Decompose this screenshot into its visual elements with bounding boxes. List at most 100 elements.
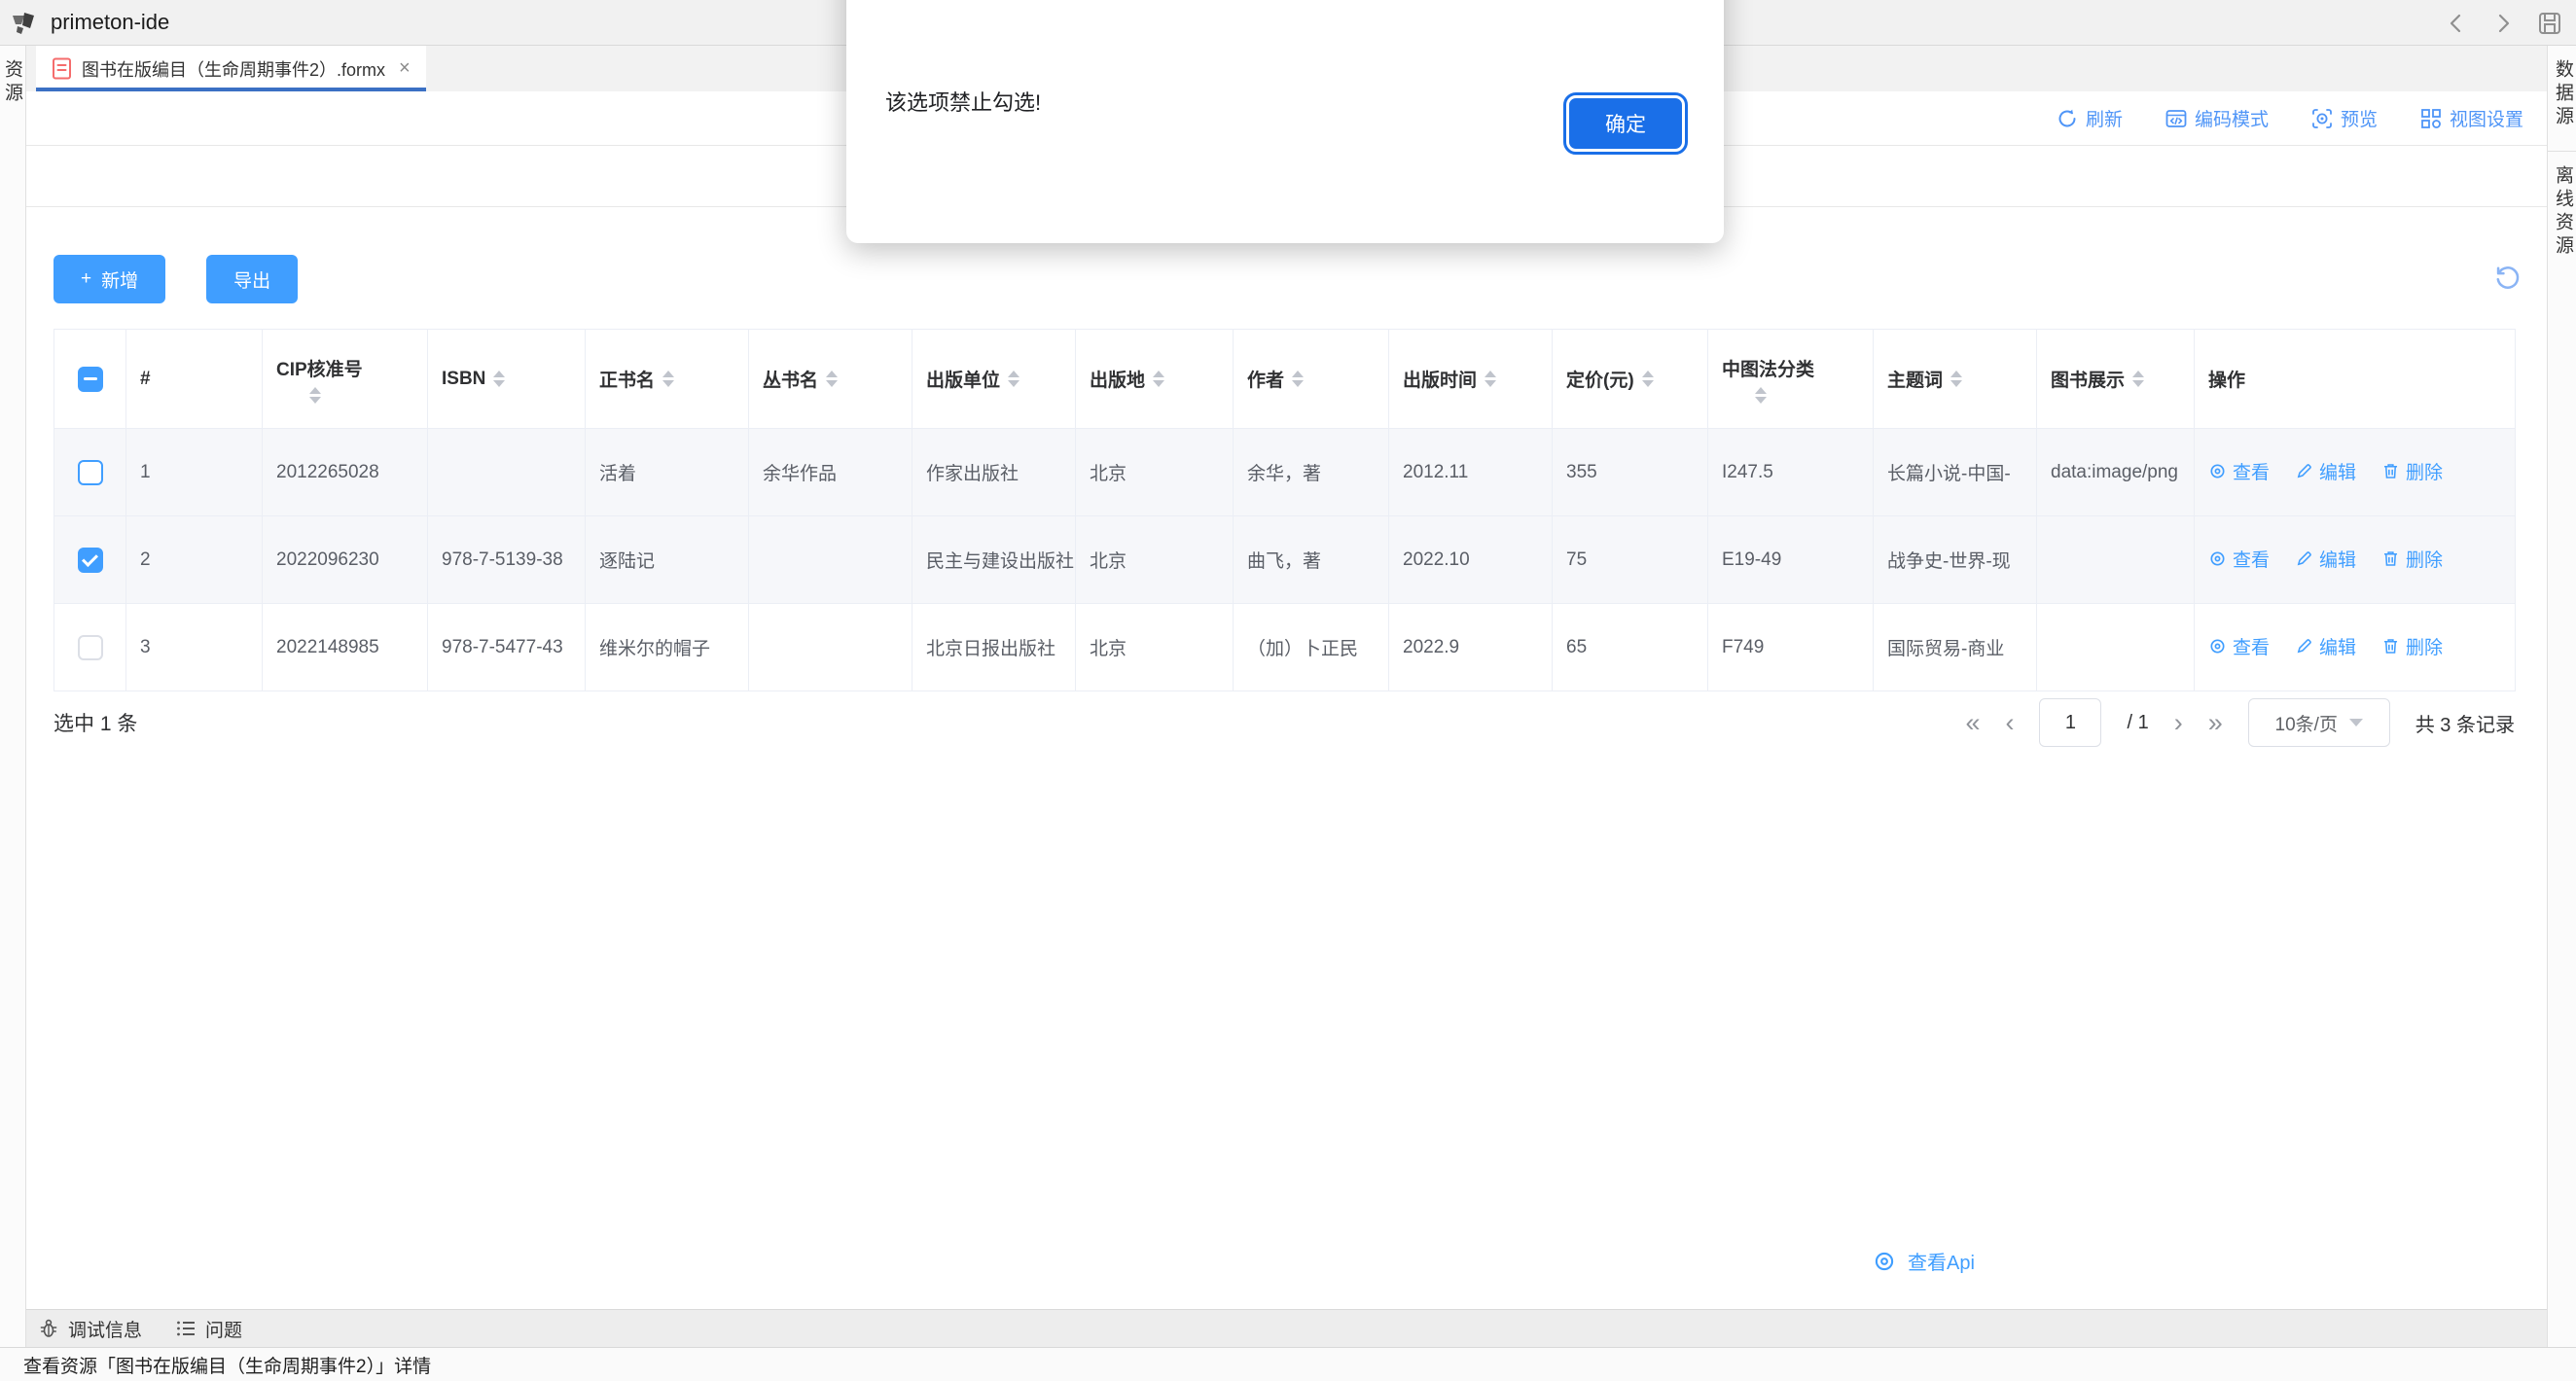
debug-info-button[interactable]: 调试信息 bbox=[38, 1316, 142, 1342]
column-label: 丛书名 bbox=[763, 366, 818, 392]
view-button[interactable]: 查看 bbox=[2208, 546, 2270, 572]
view-button[interactable]: 查看 bbox=[2208, 633, 2270, 659]
chevron-right-icon[interactable] bbox=[2490, 11, 2516, 36]
eye-icon bbox=[1873, 1250, 1896, 1273]
sort-carets-icon[interactable] bbox=[1292, 371, 1304, 387]
row-checkbox[interactable] bbox=[78, 635, 103, 660]
rail-item-offline-resources[interactable]: 离线资源 bbox=[2548, 165, 2576, 259]
cell-display: data:image/png bbox=[2037, 429, 2195, 516]
alert-dialog: 该选项禁止勾选! 确定 bbox=[846, 0, 1724, 243]
select-all-checkbox[interactable] bbox=[78, 367, 103, 392]
pagination: « ‹ / 1 › » 10条/页 共 3 条记录 bbox=[1965, 698, 2515, 747]
cell-place: 北京 bbox=[1076, 604, 1234, 691]
add-label: 新增 bbox=[101, 266, 138, 293]
col-header-pub_date[interactable]: 出版时间 bbox=[1389, 330, 1553, 429]
total-records: 共 3 条记录 bbox=[2415, 709, 2515, 737]
col-header-publisher[interactable]: 出版单位 bbox=[912, 330, 1076, 429]
sort-carets-icon[interactable] bbox=[309, 387, 321, 404]
view-api-link[interactable]: 查看Api bbox=[1873, 1247, 1975, 1275]
col-header-subject[interactable]: 主题词 bbox=[1874, 330, 2037, 429]
export-button[interactable]: 导出 bbox=[206, 255, 298, 303]
chevron-left-icon[interactable] bbox=[2444, 11, 2469, 36]
col-header-author[interactable]: 作者 bbox=[1234, 330, 1389, 429]
col-header-display[interactable]: 图书展示 bbox=[2037, 330, 2195, 429]
rail-item-datasource[interactable]: 数据源 bbox=[2548, 59, 2576, 129]
sort-carets-icon[interactable] bbox=[493, 371, 505, 387]
row-select-cell bbox=[54, 604, 126, 691]
page-size-select[interactable]: 10条/页 bbox=[2248, 698, 2390, 747]
sort-carets-icon[interactable] bbox=[826, 371, 838, 387]
col-header-price[interactable]: 定价(元) bbox=[1553, 330, 1708, 429]
col-header-actions: 操作 bbox=[2195, 330, 2516, 429]
books-table: #CIP核准号ISBN正书名丛书名出版单位出版地作者出版时间定价(元)中图法分类… bbox=[54, 329, 2516, 691]
code-mode-button[interactable]: 编码模式 bbox=[2165, 105, 2269, 131]
prev-page-button[interactable]: ‹ bbox=[2005, 710, 2014, 736]
cell-display bbox=[2037, 604, 2195, 691]
cell-clc: E19-49 bbox=[1708, 516, 1874, 604]
refresh-button[interactable]: 刷新 bbox=[2057, 105, 2123, 131]
preview-eye-icon bbox=[2311, 108, 2333, 129]
last-page-button[interactable]: » bbox=[2208, 710, 2223, 736]
cell-series: 余华作品 bbox=[749, 429, 912, 516]
sort-carets-icon[interactable] bbox=[662, 371, 674, 387]
view-button[interactable]: 查看 bbox=[2208, 458, 2270, 484]
rail-divider bbox=[2548, 151, 2576, 152]
cell-author: 余华，著 bbox=[1234, 429, 1389, 516]
col-header-place[interactable]: 出版地 bbox=[1076, 330, 1234, 429]
view-settings-label: 视图设置 bbox=[2450, 105, 2523, 131]
first-page-button[interactable]: « bbox=[1965, 710, 1980, 736]
sort-carets-icon[interactable] bbox=[1485, 371, 1496, 387]
col-header-clc[interactable]: 中图法分类 bbox=[1708, 330, 1874, 429]
table-refresh-icon[interactable] bbox=[2494, 265, 2522, 292]
sort-carets-icon[interactable] bbox=[1153, 371, 1164, 387]
sort-carets-icon[interactable] bbox=[1950, 371, 1962, 387]
edit-button[interactable]: 编辑 bbox=[2295, 633, 2356, 659]
rail-item-resources[interactable]: 资源 bbox=[0, 59, 25, 106]
edit-button[interactable]: 编辑 bbox=[2295, 458, 2356, 484]
trash-icon bbox=[2381, 637, 2400, 655]
sort-carets-icon[interactable] bbox=[1642, 371, 1654, 387]
tab-formx[interactable]: 图书在版编目（生命周期事件2）.formx × bbox=[36, 46, 426, 91]
delete-button[interactable]: 删除 bbox=[2381, 458, 2443, 484]
next-page-button[interactable]: › bbox=[2174, 710, 2183, 736]
cell-publisher: 民主与建设出版社 bbox=[912, 516, 1076, 604]
col-header-title[interactable]: 正书名 bbox=[586, 330, 749, 429]
add-button[interactable]: + 新增 bbox=[54, 255, 165, 303]
cell-price: 355 bbox=[1553, 429, 1708, 516]
form-view-content: 刷新 编码模式 bbox=[26, 91, 2547, 1309]
delete-button[interactable]: 删除 bbox=[2381, 546, 2443, 572]
cell-pub_date: 2012.11 bbox=[1389, 429, 1553, 516]
debug-info-label: 调试信息 bbox=[68, 1316, 142, 1342]
sort-carets-icon[interactable] bbox=[1755, 387, 1767, 404]
column-label: 操作 bbox=[2208, 366, 2245, 392]
row-checkbox[interactable] bbox=[78, 548, 103, 573]
preview-button[interactable]: 预览 bbox=[2311, 105, 2378, 131]
eye-icon bbox=[2208, 549, 2227, 568]
col-header-series[interactable]: 丛书名 bbox=[749, 330, 912, 429]
code-mode-label: 编码模式 bbox=[2195, 105, 2269, 131]
column-label: 定价(元) bbox=[1566, 366, 1634, 392]
delete-button[interactable]: 删除 bbox=[2381, 633, 2443, 659]
cell-price: 65 bbox=[1553, 604, 1708, 691]
sort-carets-icon[interactable] bbox=[2132, 371, 2144, 387]
problems-button[interactable]: 问题 bbox=[175, 1316, 242, 1342]
col-header-isbn[interactable]: ISBN bbox=[428, 330, 586, 429]
row-checkbox[interactable] bbox=[78, 460, 103, 485]
col-header-cip[interactable]: CIP核准号 bbox=[263, 330, 428, 429]
pencil-icon bbox=[2295, 462, 2313, 480]
selected-count: 选中 1 条 bbox=[54, 708, 137, 737]
status-text: 查看资源「图书在版编目（生命周期事件2）」详情 bbox=[23, 1352, 431, 1378]
view-settings-button[interactable]: 视图设置 bbox=[2420, 105, 2523, 131]
column-label: 作者 bbox=[1247, 366, 1284, 392]
column-label: ISBN bbox=[442, 369, 485, 390]
eye-icon bbox=[2208, 462, 2227, 480]
ok-button[interactable]: 确定 bbox=[1566, 95, 1685, 152]
page-number-input[interactable] bbox=[2039, 698, 2101, 747]
edit-button[interactable]: 编辑 bbox=[2295, 546, 2356, 572]
close-icon[interactable]: × bbox=[399, 57, 411, 80]
cell-title: 活着 bbox=[586, 429, 749, 516]
col-header-select bbox=[54, 330, 126, 429]
sort-carets-icon[interactable] bbox=[1008, 371, 1020, 387]
save-icon[interactable] bbox=[2537, 11, 2562, 36]
column-label: 出版时间 bbox=[1403, 366, 1477, 392]
